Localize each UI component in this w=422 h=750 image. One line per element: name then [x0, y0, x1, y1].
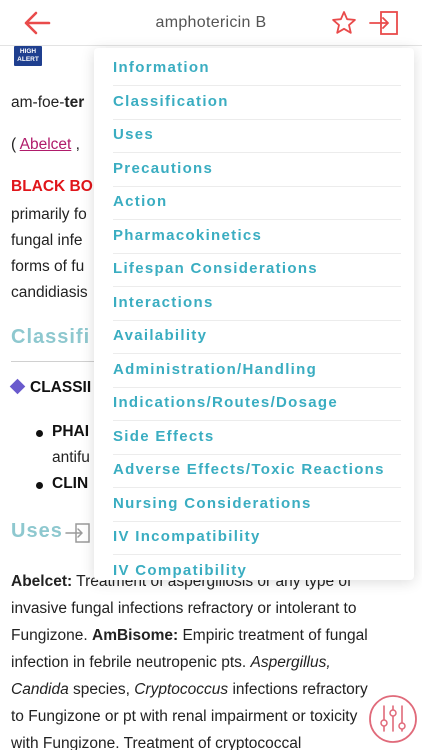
page-title: amphotericin B — [155, 14, 267, 31]
classification-pharm: PHAI — [52, 423, 90, 440]
section-title-uses: Uses — [11, 520, 63, 542]
menu-item-iv-incompatibility[interactable]: IV Incompatibility — [113, 521, 401, 555]
menu-item-pharmacokinetics[interactable]: Pharmacokinetics — [113, 220, 401, 254]
menu-item-iv-compatibility[interactable]: IV Compatibility — [113, 555, 401, 581]
menu-item-indications-routes-dosage[interactable]: Indications/Routes/Dosage — [113, 387, 401, 421]
brand-names: ( Abelcet , — [11, 136, 80, 153]
menu-item-nursing-considerations[interactable]: Nursing Considerations — [113, 488, 401, 522]
section-title-classification: Classifi — [11, 326, 91, 348]
classification-clin: CLIN — [52, 475, 89, 492]
jump-to-section-icon[interactable] — [368, 9, 400, 37]
brand-link-abelcet[interactable]: Abelcet — [20, 136, 72, 153]
menu-item-administration-handling[interactable]: Administration/Handling — [113, 354, 401, 388]
menu-item-side-effects[interactable]: Side Effects — [113, 421, 401, 455]
section-divider — [11, 361, 101, 362]
uses-paragraph: Abelcet: Treatment of aspergillosis or a… — [11, 573, 368, 750]
menu-item-classification[interactable]: Classification — [113, 86, 401, 120]
bullet-icon — [36, 430, 43, 437]
black-box-line: forms of fu — [11, 258, 85, 275]
pronunciation: am-foe-ter — [11, 94, 85, 111]
menu-item-availability[interactable]: Availability — [113, 320, 401, 354]
menu-item-lifespan-considerations[interactable]: Lifespan Considerations — [113, 253, 401, 287]
high-alert-badge: HIGH ALERT — [14, 46, 42, 66]
menu-item-interactions[interactable]: Interactions — [113, 287, 401, 321]
black-box-line: candidiasis — [11, 284, 88, 301]
menu-item-adverse-effects[interactable]: Adverse Effects/Toxic Reactions — [113, 454, 401, 488]
diamond-icon — [9, 378, 26, 395]
black-box-heading: BLACK BO — [11, 178, 93, 195]
section-jump-icon[interactable] — [65, 522, 91, 544]
bullet-icon — [36, 482, 43, 489]
menu-item-information[interactable]: Information — [113, 52, 401, 86]
menu-item-uses[interactable]: Uses — [113, 119, 401, 153]
black-box-line: primarily fo — [11, 206, 87, 223]
section-menu: Information Classification Uses Precauti… — [94, 48, 414, 580]
app-header: amphotericin B — [0, 0, 422, 46]
tools-icon[interactable] — [367, 693, 419, 745]
black-box-line: fungal infe — [11, 232, 83, 249]
menu-item-action[interactable]: Action — [113, 186, 401, 220]
star-icon[interactable] — [330, 9, 358, 37]
classification-pharm-value: antifu — [52, 449, 90, 466]
menu-item-precautions[interactable]: Precautions — [113, 153, 401, 187]
classification-heading: CLASSII — [30, 379, 92, 396]
